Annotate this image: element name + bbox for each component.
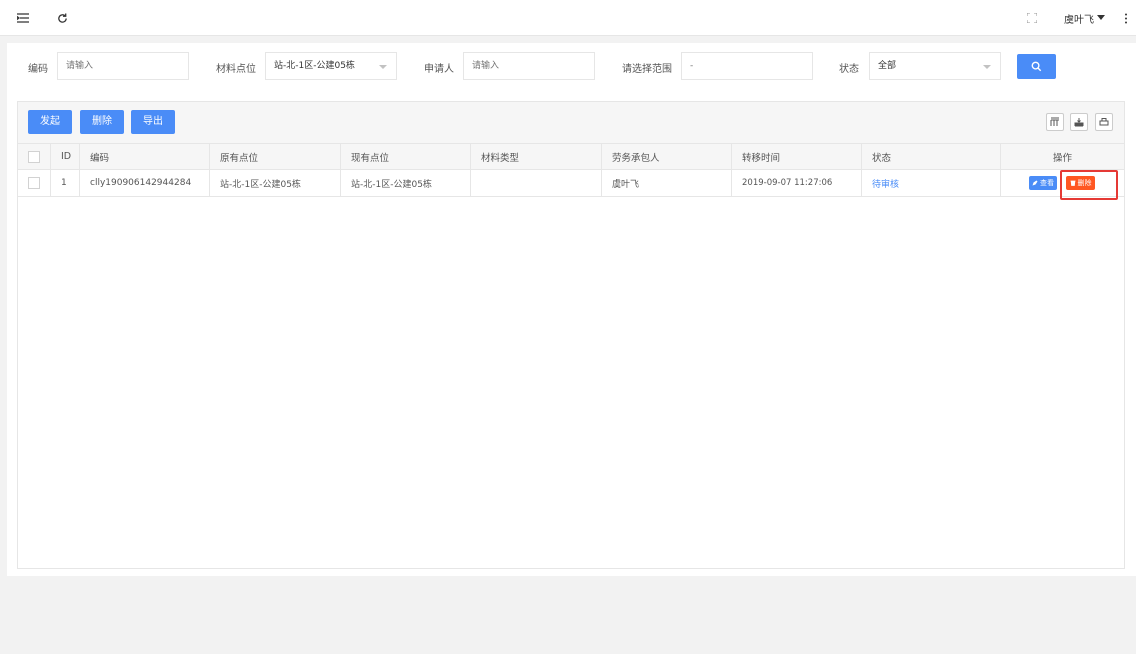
row-status: 待审核 [862, 170, 1001, 196]
row-select[interactable] [18, 170, 51, 196]
table-toolbar: 发起 删除 导出 [18, 102, 1124, 144]
row-code: clly190906142944284 [80, 170, 210, 196]
status-select[interactable]: 全部 [869, 52, 1001, 80]
row-original-location: 站-北-1区-公建05栋 [210, 170, 341, 196]
delete-highlight-box [1060, 170, 1118, 200]
export-file-icon[interactable] [1070, 113, 1088, 131]
export-button[interactable]: 导出 [131, 110, 175, 134]
view-button[interactable]: 查看 [1029, 176, 1057, 190]
location-select[interactable]: 站-北-1区-公建05栋 [265, 52, 397, 80]
print-icon[interactable] [1095, 113, 1113, 131]
chevron-down-icon [983, 65, 991, 69]
fullscreen-icon[interactable] [1023, 9, 1041, 27]
more-vertical-icon[interactable] [1117, 9, 1135, 27]
header-transfer-time: 转移时间 [732, 144, 862, 169]
table-row: 1 clly190906142944284 站-北-1区-公建05栋 站-北-1… [18, 170, 1124, 200]
columns-icon[interactable] [1046, 113, 1064, 131]
initiate-button[interactable]: 发起 [28, 110, 72, 134]
header-actions: 操作 [1052, 152, 1072, 164]
checkbox[interactable] [28, 177, 40, 189]
header-material-type: 材料类型 [471, 144, 602, 169]
header-status: 状态 [862, 144, 1001, 169]
refresh-icon[interactable] [53, 9, 71, 27]
row-contractor: 虞叶飞 [602, 170, 732, 196]
header-id: ID [51, 144, 80, 169]
range-label: 请选择范围 [622, 64, 672, 75]
applicant-label: 申请人 [424, 64, 454, 75]
row-transfer-time: 2019-09-07 11:27:06 [732, 170, 862, 196]
table-header: ID 编码 原有点位 现有点位 材料类型 劳务承包人 转移时间 状态 操作 [18, 144, 1124, 170]
row-current-location: 站-北-1区-公建05栋 [341, 170, 471, 196]
header-code: 编码 [80, 144, 210, 169]
menu-collapse-icon[interactable] [14, 9, 32, 27]
user-name[interactable]: 虞叶飞 [1064, 11, 1094, 26]
location-label: 材料点位 [216, 64, 256, 75]
status-link[interactable]: 待审核 [872, 177, 899, 190]
main-panel: 编码 材料点位 站-北-1区-公建05栋 申请人 请选择范围 状态 全部 发起 … [7, 43, 1136, 576]
chevron-down-icon [379, 65, 387, 69]
data-table: 发起 删除 导出 ID 编码 原有点位 现有点位 材料类型 劳务承包人 转移时间… [17, 101, 1125, 569]
location-select-value: 站-北-1区-公建05栋 [274, 61, 355, 71]
header-select-all[interactable] [18, 144, 51, 169]
status-label: 状态 [839, 64, 859, 75]
header-contractor: 劳务承包人 [602, 144, 732, 169]
range-input[interactable] [681, 52, 813, 80]
search-icon [1031, 61, 1042, 72]
row-id: 1 [51, 170, 80, 196]
view-button-label: 查看 [1040, 179, 1054, 187]
code-label: 编码 [28, 64, 48, 75]
top-bar: 虞叶飞 [0, 0, 1136, 36]
code-input[interactable] [57, 52, 189, 80]
status-select-value: 全部 [878, 61, 897, 71]
row-material-type [471, 170, 602, 196]
header-current-location: 现有点位 [341, 144, 471, 169]
pencil-icon [1032, 180, 1038, 186]
checkbox[interactable] [28, 150, 40, 163]
user-dropdown-caret-icon[interactable] [1097, 15, 1105, 20]
delete-button[interactable]: 删除 [80, 110, 124, 134]
applicant-input[interactable] [463, 52, 595, 80]
header-original-location: 原有点位 [210, 144, 341, 169]
search-button[interactable] [1017, 54, 1056, 79]
